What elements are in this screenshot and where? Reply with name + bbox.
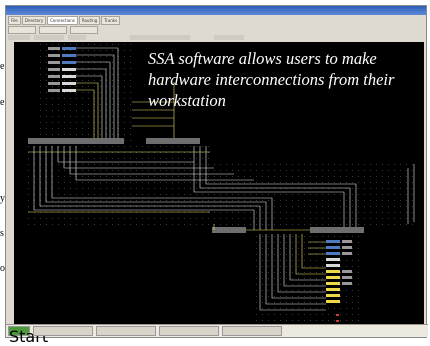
- port-label: [48, 89, 60, 92]
- margin-fragment: e: [0, 61, 5, 72]
- toolbar-button[interactable]: [8, 26, 36, 34]
- port-button[interactable]: [62, 75, 76, 78]
- port-label: [342, 282, 352, 285]
- port-button[interactable]: [326, 294, 340, 297]
- port-button[interactable]: [326, 246, 340, 249]
- node-bar[interactable]: [212, 227, 246, 233]
- taskbar-item[interactable]: [33, 326, 93, 336]
- port-button[interactable]: [326, 276, 340, 279]
- port-button[interactable]: [326, 240, 340, 243]
- port-label: [48, 54, 60, 57]
- port-button[interactable]: [62, 61, 76, 64]
- port-button[interactable]: [62, 54, 76, 57]
- port-label: [342, 252, 352, 255]
- tab-connections[interactable]: Connections: [47, 16, 78, 25]
- taskbar-item[interactable]: [222, 326, 282, 336]
- toolbar-button[interactable]: [70, 26, 98, 34]
- node-bar[interactable]: [146, 138, 200, 144]
- margin-fragment: e: [0, 97, 5, 108]
- port-button[interactable]: [326, 264, 340, 267]
- port-label: [342, 246, 352, 249]
- port-button[interactable]: [326, 258, 340, 261]
- caption-text: SSA software allows users to make hardwa…: [148, 49, 395, 110]
- port-button[interactable]: [62, 82, 76, 85]
- port-label: [342, 276, 352, 279]
- port-button[interactable]: [326, 270, 340, 273]
- port-button[interactable]: [326, 288, 340, 291]
- port-label: [342, 240, 352, 243]
- taskbar-item[interactable]: [159, 326, 219, 336]
- port-label: [342, 270, 352, 273]
- toolbar: [8, 26, 424, 34]
- port-button[interactable]: [62, 47, 76, 50]
- marker: [336, 314, 339, 316]
- node-bar[interactable]: [28, 138, 124, 144]
- port-label: [48, 82, 60, 85]
- tab-routing[interactable]: Routing: [78, 16, 101, 25]
- margin-fragment: s: [0, 228, 4, 239]
- toolbar-field[interactable]: [214, 35, 244, 40]
- toolbar-field[interactable]: [8, 35, 30, 40]
- taskbar: Start: [6, 324, 428, 346]
- toolbar-field[interactable]: [34, 35, 64, 40]
- port-button[interactable]: [326, 252, 340, 255]
- tab-file[interactable]: File: [8, 16, 21, 25]
- port-button[interactable]: [62, 89, 76, 92]
- port-button[interactable]: [326, 282, 340, 285]
- tab-strip: File Directory Connections Routing Trunk…: [8, 16, 121, 25]
- toolbar-button[interactable]: [39, 26, 67, 34]
- tab-directory[interactable]: Directory: [21, 16, 47, 25]
- marker: [336, 320, 339, 322]
- port-label: [48, 75, 60, 78]
- port-label: [48, 61, 60, 64]
- tab-trunks[interactable]: Trunks: [101, 16, 121, 25]
- grid-area-middle: [24, 146, 214, 226]
- grid-area-right: [214, 160, 414, 226]
- screenshot-page: e e y s o File Directory Connections Rou…: [0, 0, 430, 346]
- port-button[interactable]: [326, 300, 340, 303]
- title-bar: [6, 6, 426, 15]
- port-label: [48, 68, 60, 71]
- port-label: [48, 47, 60, 50]
- toolbar-field[interactable]: [68, 35, 86, 40]
- secondary-toolbar: [8, 34, 424, 41]
- node-bar[interactable]: [310, 227, 364, 233]
- start-button[interactable]: Start: [8, 326, 48, 346]
- taskbar-item[interactable]: [96, 326, 156, 336]
- toolbar-field[interactable]: [130, 35, 190, 40]
- port-button[interactable]: [62, 68, 76, 71]
